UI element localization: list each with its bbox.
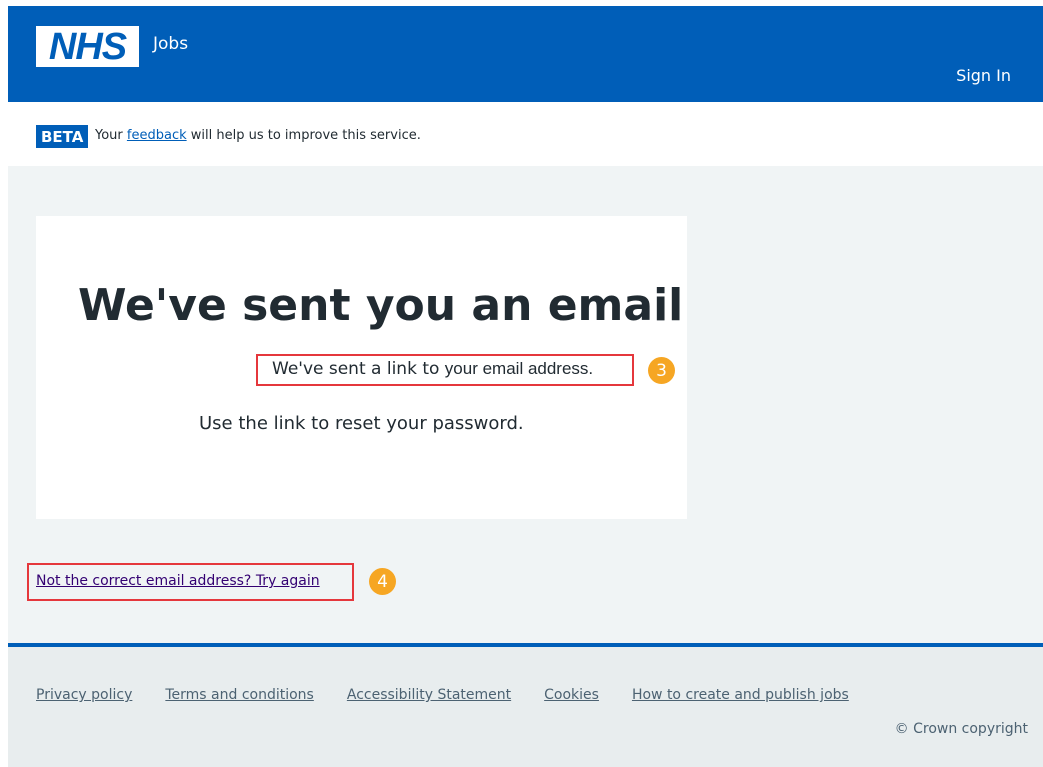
footer-link-cookies[interactable]: Cookies — [544, 687, 599, 703]
beta-text-after: will help us to improve this service. — [190, 128, 421, 143]
reset-instruction-text: Use the link to reset your password. — [199, 413, 524, 434]
footer-link-accessibility[interactable]: Accessibility Statement — [347, 687, 511, 703]
annotation-badge-4: 4 — [369, 568, 396, 595]
page-title: We've sent you an email — [78, 280, 684, 331]
beta-text-before: Your — [95, 128, 123, 143]
browser-page: NHS Jobs Sign In BETA Your feedback will… — [8, 6, 1043, 767]
site-header: NHS Jobs Sign In — [8, 6, 1043, 102]
nhs-logo[interactable]: NHS — [36, 26, 139, 67]
sent-link-text: We've sent a link to your email address. — [272, 359, 593, 379]
try-again-link[interactable]: Not the correct email address? Try again — [36, 573, 320, 589]
sent-text-email: your email address. — [444, 359, 594, 378]
feedback-link[interactable]: feedback — [127, 128, 187, 143]
sign-in-link[interactable]: Sign In — [956, 66, 1011, 85]
annotation-badge-3: 3 — [648, 357, 675, 384]
footer-links: Privacy policy Terms and conditions Acce… — [36, 687, 849, 703]
beta-banner: BETA Your feedback will help us to impro… — [8, 102, 1043, 166]
footer-link-how-to-publish[interactable]: How to create and publish jobs — [632, 687, 849, 703]
footer-link-terms[interactable]: Terms and conditions — [165, 687, 314, 703]
site-footer: Privacy policy Terms and conditions Acce… — [8, 643, 1043, 767]
confirmation-card: We've sent you an email We've sent a lin… — [36, 216, 687, 519]
footer-link-privacy-policy[interactable]: Privacy policy — [36, 687, 132, 703]
sent-text-prefix: We've sent a link to — [272, 359, 440, 379]
copyright-text: © Crown copyright — [894, 721, 1028, 737]
beta-tag: BETA — [36, 125, 89, 148]
beta-text: Your feedback will help us to improve th… — [95, 128, 421, 143]
service-name[interactable]: Jobs — [153, 34, 188, 54]
nhs-logo-text: NHS — [48, 25, 127, 68]
